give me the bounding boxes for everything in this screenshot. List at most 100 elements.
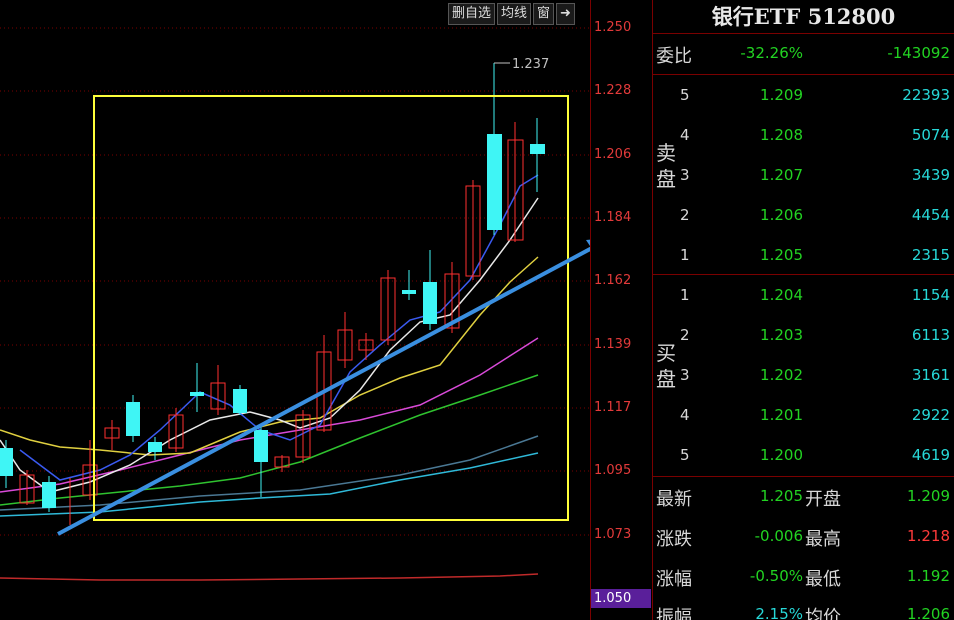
candle-body-down — [126, 402, 140, 436]
axis-tick: 1.139 — [594, 337, 632, 352]
buy-volume: 4619 — [911, 446, 950, 464]
buy-volume: 2922 — [911, 406, 950, 424]
candle-body-down — [487, 134, 502, 230]
expand-arrow-icon[interactable]: ➜ — [556, 3, 575, 25]
stat-label: 均价 — [805, 607, 841, 620]
candle-body-down — [402, 290, 416, 294]
candle-body-down — [530, 144, 545, 154]
candle-body-down — [254, 430, 268, 462]
stat-value: 2.15% — [755, 605, 803, 620]
buy-level: 5 — [680, 446, 690, 464]
buy-volume: 3161 — [911, 366, 950, 384]
buy-price: 1.203 — [760, 326, 803, 344]
sell-level: 2 — [680, 206, 690, 224]
weibi-label: 委比 — [656, 46, 692, 67]
sell-price: 1.206 — [760, 206, 803, 224]
sell-volume: 3439 — [911, 166, 950, 184]
buy-level: 2 — [680, 326, 690, 344]
sell-price: 1.205 — [760, 246, 803, 264]
sell-volume: 5074 — [911, 126, 950, 144]
chart-canvas: 1.237 — [0, 27, 610, 581]
candle-body-down — [148, 442, 162, 452]
sell-level: 4 — [680, 126, 690, 144]
buy-price: 1.200 — [760, 446, 803, 464]
stat-value: -0.006 — [754, 527, 803, 545]
stat-row: 涨幅 -0.50% 最低 1.192 — [653, 565, 954, 590]
candlestick-chart[interactable]: 1.237 删自选 均线 窗 ➜ — [0, 0, 610, 620]
stat-label: 最高 — [805, 529, 841, 550]
stat-row: 最新 1.205 开盘 1.209 — [653, 485, 954, 510]
weibi-pct: -32.26% — [740, 44, 803, 62]
sell-row[interactable]: 2 1.206 4454 — [653, 204, 954, 228]
buy-level: 4 — [680, 406, 690, 424]
stat-value: 1.192 — [907, 567, 950, 585]
buy-price: 1.204 — [760, 286, 803, 304]
sell-volume: 4454 — [911, 206, 950, 224]
candle-body-down — [423, 282, 437, 324]
candle-body-down — [233, 389, 247, 413]
buy-level: 3 — [680, 366, 690, 384]
sell-volume: 22393 — [902, 86, 950, 104]
stat-value: 1.209 — [907, 487, 950, 505]
peak-label: 1.237 — [512, 57, 549, 72]
stat-label: 振幅 — [656, 607, 692, 620]
ma-line-magenta — [0, 337, 539, 493]
sell-level: 1 — [680, 246, 690, 264]
stat-row: 振幅 2.15% 均价 1.206 — [653, 603, 954, 620]
axis-tick: 1.228 — [594, 83, 632, 98]
buy-row[interactable]: 4 1.201 2922 — [653, 404, 954, 428]
candle-body-down — [190, 392, 204, 396]
stat-row: 涨跌 -0.006 最高 1.218 — [653, 525, 954, 550]
stat-value: 1.206 — [907, 605, 950, 620]
axis-tick: 1.206 — [594, 147, 632, 162]
weibi-row: 委比 -32.26% -143092 — [653, 42, 954, 67]
ma-line-red — [0, 573, 539, 581]
stat-label: 开盘 — [805, 489, 841, 510]
stat-value: 1.205 — [760, 487, 803, 505]
buy-row[interactable]: 5 1.200 4619 — [653, 444, 954, 468]
buy-volume: 1154 — [911, 286, 950, 304]
ma-line-green — [0, 374, 539, 506]
buy-row[interactable]: 3 1.202 3161 — [653, 364, 954, 388]
axis-tick: 1.250 — [594, 20, 632, 35]
stat-value: -0.50% — [749, 567, 803, 585]
buy-level: 1 — [680, 286, 690, 304]
moving-average-button[interactable]: 均线 — [497, 3, 532, 25]
candle-body-down — [42, 482, 56, 508]
sell-volume: 2315 — [911, 246, 950, 264]
buy-price: 1.202 — [760, 366, 803, 384]
weibi-diff: -143092 — [887, 44, 950, 62]
sell-price: 1.209 — [760, 86, 803, 104]
current-price-tag: 1.050 — [591, 589, 651, 608]
buy-price: 1.201 — [760, 406, 803, 424]
sell-row[interactable]: 4 1.208 5074 — [653, 124, 954, 148]
buy-row[interactable]: 1 1.204 1154 — [653, 284, 954, 308]
sell-level: 3 — [680, 166, 690, 184]
sell-price: 1.208 — [760, 126, 803, 144]
buy-row[interactable]: 2 1.203 6113 — [653, 324, 954, 348]
axis-tick: 1.095 — [594, 463, 632, 478]
security-title: 银行ETF 512800 — [653, 0, 954, 34]
window-button[interactable]: 窗 — [533, 3, 555, 25]
stat-label: 涨跌 — [656, 529, 692, 550]
axis-tick: 1.184 — [594, 210, 632, 225]
divider — [653, 274, 954, 275]
candle-body-down — [0, 448, 13, 476]
chart-toolbar: 删自选 均线 窗 ➜ — [448, 3, 575, 25]
sell-price: 1.207 — [760, 166, 803, 184]
axis-tick: 1.162 — [594, 273, 632, 288]
trend-arrow — [57, 246, 593, 536]
buy-volume: 6113 — [911, 326, 950, 344]
remove-watchlist-button[interactable]: 删自选 — [448, 3, 496, 25]
price-axis: 1.250 1.228 1.206 1.184 1.162 1.139 1.11… — [590, 0, 652, 620]
quote-panel: 银行ETF 512800 委比 -32.26% -143092 卖盘 5 1.2… — [652, 0, 954, 620]
ma-line-slate — [0, 435, 539, 511]
axis-tick: 1.073 — [594, 527, 632, 542]
axis-tick: 1.117 — [594, 400, 632, 415]
stat-label: 最低 — [805, 569, 841, 590]
sell-row[interactable]: 5 1.209 22393 — [653, 84, 954, 108]
sell-row[interactable]: 3 1.207 3439 — [653, 164, 954, 188]
stat-value: 1.218 — [907, 527, 950, 545]
sell-row[interactable]: 1 1.205 2315 — [653, 244, 954, 268]
sell-level: 5 — [680, 86, 690, 104]
